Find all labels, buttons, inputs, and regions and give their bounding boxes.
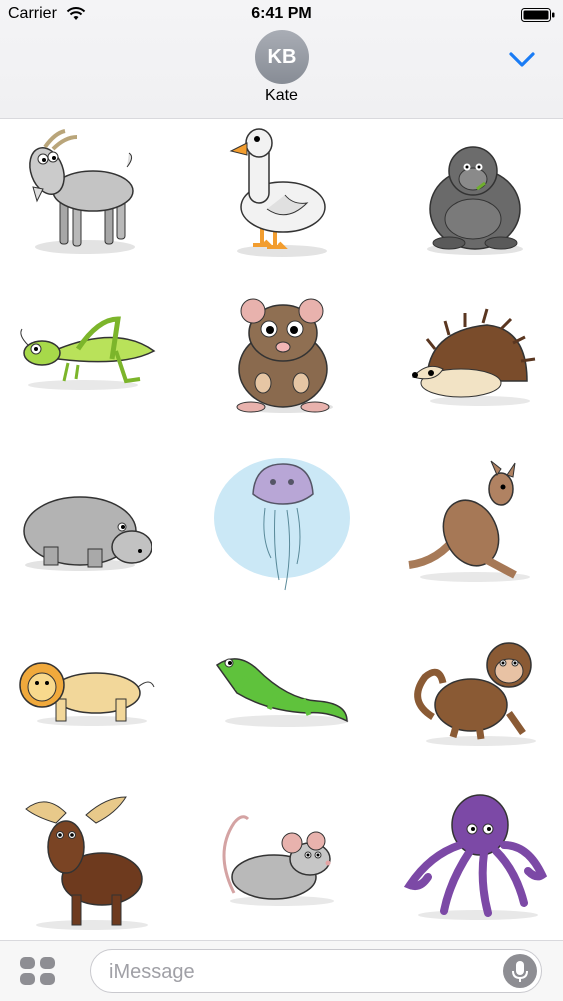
hippo-sticker[interactable]: [2, 459, 152, 609]
message-input[interactable]: [107, 957, 491, 987]
message-composer-bar: [0, 940, 563, 1001]
jellyfish-sticker[interactable]: [207, 454, 357, 604]
mouse-sticker[interactable]: [212, 789, 362, 939]
microphone-button[interactable]: [503, 954, 537, 988]
kangaroo-sticker[interactable]: [405, 459, 555, 609]
goose-sticker[interactable]: [207, 119, 357, 269]
microphone-icon: [512, 961, 528, 982]
lion-sticker[interactable]: [12, 629, 162, 779]
hedgehog-sticker[interactable]: [405, 289, 555, 439]
gorilla-sticker[interactable]: [403, 119, 553, 269]
sticker-grid: [0, 119, 563, 939]
chevron-down-icon[interactable]: [506, 47, 538, 71]
grasshopper-sticker[interactable]: [8, 289, 158, 439]
conversation-header: Carrier 6:41 PM KB Kate: [0, 0, 563, 119]
message-field[interactable]: [90, 949, 542, 993]
goat-sticker[interactable]: [5, 119, 155, 269]
clock: 6:41 PM: [251, 5, 312, 22]
battery-icon: [521, 8, 555, 22]
lizard-sticker[interactable]: [207, 629, 357, 779]
monkey-sticker[interactable]: [405, 629, 555, 779]
contact-avatar[interactable]: KB: [255, 30, 309, 84]
app-drawer-icon[interactable]: [18, 955, 58, 987]
octopus-sticker[interactable]: [400, 789, 550, 939]
contact-name[interactable]: Kate: [0, 87, 563, 105]
moose-sticker[interactable]: [12, 789, 162, 939]
hamster-sticker[interactable]: [207, 289, 357, 439]
status-bar: Carrier 6:41 PM: [0, 0, 563, 30]
